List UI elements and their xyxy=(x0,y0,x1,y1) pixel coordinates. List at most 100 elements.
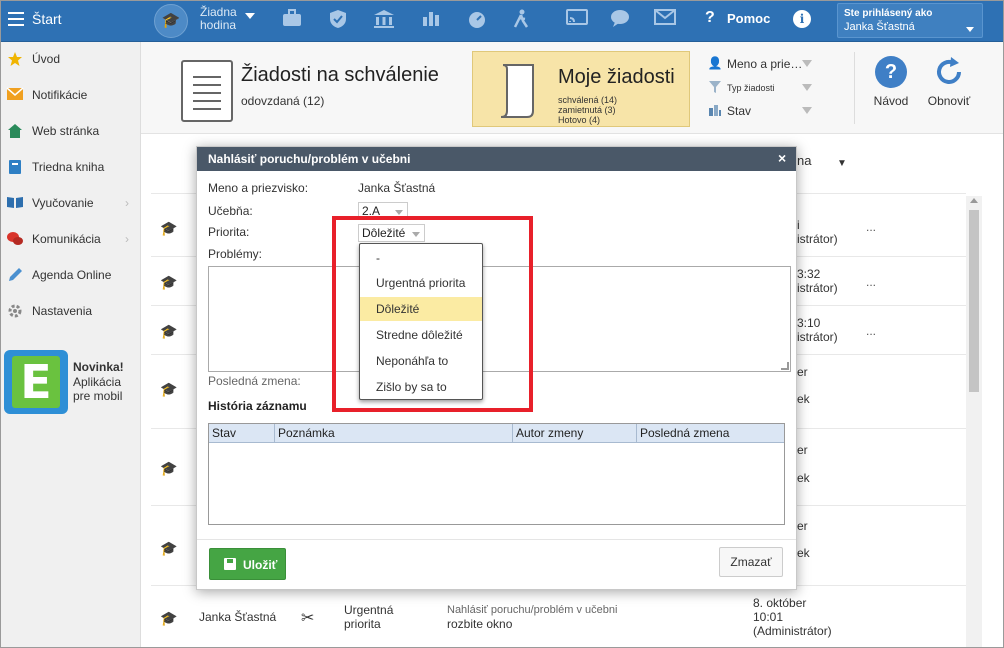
table-cell: i xyxy=(797,218,800,232)
my-requests-tab[interactable]: Moje žiadosti schválená (14) zamietnutá … xyxy=(472,51,690,127)
stopwatch-icon[interactable] xyxy=(466,9,488,31)
table-cell: er xyxy=(797,365,808,379)
sidebar-item-web[interactable]: Web stránka xyxy=(0,114,141,150)
table-cell-date-1: 8. október xyxy=(753,596,807,610)
graduation-cap-icon: 🎓 xyxy=(160,220,178,236)
top-bar: Štart 🎓 Žiadna hodina ? Pomoc i Ste prih… xyxy=(0,0,1004,42)
column-header-partial: na xyxy=(797,153,812,168)
table-cell: ek xyxy=(797,392,810,406)
walking-person-icon[interactable] xyxy=(510,9,532,31)
help-button-label: Návod xyxy=(873,94,909,108)
sidebar-item-agenda[interactable]: Agenda Online xyxy=(0,258,141,294)
bar-chart-icon[interactable] xyxy=(420,9,442,31)
star-icon xyxy=(6,51,24,69)
table-cell: er xyxy=(797,519,808,533)
help-button[interactable]: ? Návod xyxy=(866,56,916,108)
history-col-last-change[interactable]: Posledná zmena xyxy=(636,424,784,443)
sidebar-item-vyucovanie[interactable]: Vyučovanie › xyxy=(0,186,141,222)
filter-type-label: Typ žiadosti xyxy=(727,83,775,93)
graduation-cap-icon: 🎓 xyxy=(160,540,178,556)
table-cell: istrátor) xyxy=(797,330,838,344)
table-cell: er xyxy=(797,443,808,457)
sidebar-item-label: Vyučovanie xyxy=(32,196,94,210)
cast-screen-icon[interactable] xyxy=(566,9,588,31)
row-actions-icon[interactable]: ... xyxy=(866,324,876,338)
delete-button[interactable]: Zmazať xyxy=(719,547,783,577)
sidebar-item-label: Web stránka xyxy=(32,124,100,138)
history-col-author[interactable]: Autor zmeny xyxy=(512,424,636,443)
refresh-button[interactable]: Obnoviť xyxy=(924,56,974,108)
gear-icon xyxy=(6,303,24,321)
table-cell-date-2: 10:01 xyxy=(753,610,784,624)
history-table-header: Stav Poznámka Autor zmeny Posledná zmena xyxy=(209,424,784,443)
question-mark-icon[interactable]: ? xyxy=(705,9,715,27)
graduation-cap-icon[interactable]: 🎓 xyxy=(154,4,188,38)
priority-label: Priorita: xyxy=(208,225,250,239)
institution-icon[interactable] xyxy=(373,9,395,31)
sidebar-item-triedna-kniha[interactable]: Triedna kniha xyxy=(0,150,141,186)
sidebar-item-uvod[interactable]: Úvod xyxy=(0,42,141,78)
refresh-button-label: Obnoviť xyxy=(927,94,971,108)
sort-caret-icon[interactable]: ▼ xyxy=(837,158,847,169)
briefcase-icon[interactable] xyxy=(281,9,303,31)
funnel-icon xyxy=(707,80,723,96)
table-cell: 3:32 xyxy=(797,267,821,281)
chat-bubbles-icon[interactable] xyxy=(610,9,632,31)
scroll-up-icon[interactable] xyxy=(970,198,978,203)
table-cell: istrátor) xyxy=(797,232,838,246)
question-circle-icon: ? xyxy=(875,56,907,88)
last-change-label: Posledná zmena: xyxy=(208,374,301,388)
table-cell-name: Janka Šťastná xyxy=(199,610,277,624)
sidebar-item-label: Nastavenia xyxy=(32,304,93,318)
row-actions-icon[interactable]: ... xyxy=(866,275,876,289)
dialog-footer-divider xyxy=(197,539,796,540)
edupage-logo: E xyxy=(4,350,68,414)
close-icon[interactable]: × xyxy=(778,150,786,166)
person-icon: 👤 xyxy=(707,56,723,70)
approval-requests-title: Žiadosti na schválenie xyxy=(241,64,439,86)
approval-requests-count: odovzdaná (12) xyxy=(241,94,325,108)
shield-icon[interactable] xyxy=(327,9,349,31)
graduation-cap-icon: 🎓 xyxy=(160,274,178,290)
user-menu[interactable]: Ste prihlásený ako Janka Šťastná xyxy=(837,3,983,38)
promo-text: Aplikácia pre mobil xyxy=(73,375,123,403)
sidebar: Úvod Notifikácie Web stránka Triedna kni… xyxy=(0,42,141,648)
user-menu-caption: Ste prihlásený ako xyxy=(844,8,933,19)
save-button[interactable]: Uložiť xyxy=(209,548,286,580)
chevron-right-icon: › xyxy=(125,232,129,246)
house-icon xyxy=(6,123,24,141)
filter-name-label: Meno a prie… xyxy=(727,57,803,71)
chevron-down-icon xyxy=(966,27,974,32)
envelope-icon xyxy=(6,87,24,105)
vertical-scrollbar[interactable] xyxy=(966,196,982,648)
envelope-icon[interactable] xyxy=(654,9,676,31)
open-book-icon xyxy=(6,195,24,213)
graduation-cap-icon: 🎓 xyxy=(160,460,178,476)
history-col-state[interactable]: Stav xyxy=(209,424,274,443)
row-actions-icon[interactable]: ... xyxy=(866,220,876,234)
user-name: Janka Šťastná xyxy=(844,21,915,33)
history-col-note[interactable]: Poznámka xyxy=(274,424,512,443)
sidebar-item-komunikacia[interactable]: Komunikácia › xyxy=(0,222,141,258)
refresh-icon xyxy=(933,56,965,88)
mobile-app-promo[interactable]: E Novinka! Aplikácia pre mobil xyxy=(4,350,136,414)
chevron-down-icon[interactable] xyxy=(245,13,255,19)
name-label: Meno a priezvisko: xyxy=(208,181,309,195)
approval-requests-tab[interactable]: Žiadosti na schválenie odovzdaná (12) xyxy=(141,42,461,134)
help-link[interactable]: Pomoc xyxy=(727,11,770,26)
chevron-down-icon xyxy=(802,84,812,91)
scrollbar-thumb[interactable] xyxy=(969,210,979,392)
table-cell: 3:10 xyxy=(797,316,821,330)
sidebar-item-nastavenia[interactable]: Nastavenia xyxy=(0,294,141,330)
sidebar-item-notifikacie[interactable]: Notifikácie xyxy=(0,78,141,114)
document-list-icon xyxy=(181,60,233,122)
info-icon[interactable]: i xyxy=(793,10,811,28)
save-button-label: Uložiť xyxy=(243,558,278,572)
floppy-disk-icon xyxy=(224,558,236,570)
lesson-selector[interactable]: Žiadna hodina xyxy=(200,6,244,32)
stat-rejected: zamietnutá (3) xyxy=(558,105,616,115)
resize-grip-icon[interactable] xyxy=(781,362,789,370)
sidebar-item-label: Komunikácia xyxy=(32,232,101,246)
start-link[interactable]: Štart xyxy=(32,11,62,27)
hamburger-menu-icon[interactable] xyxy=(8,12,24,26)
